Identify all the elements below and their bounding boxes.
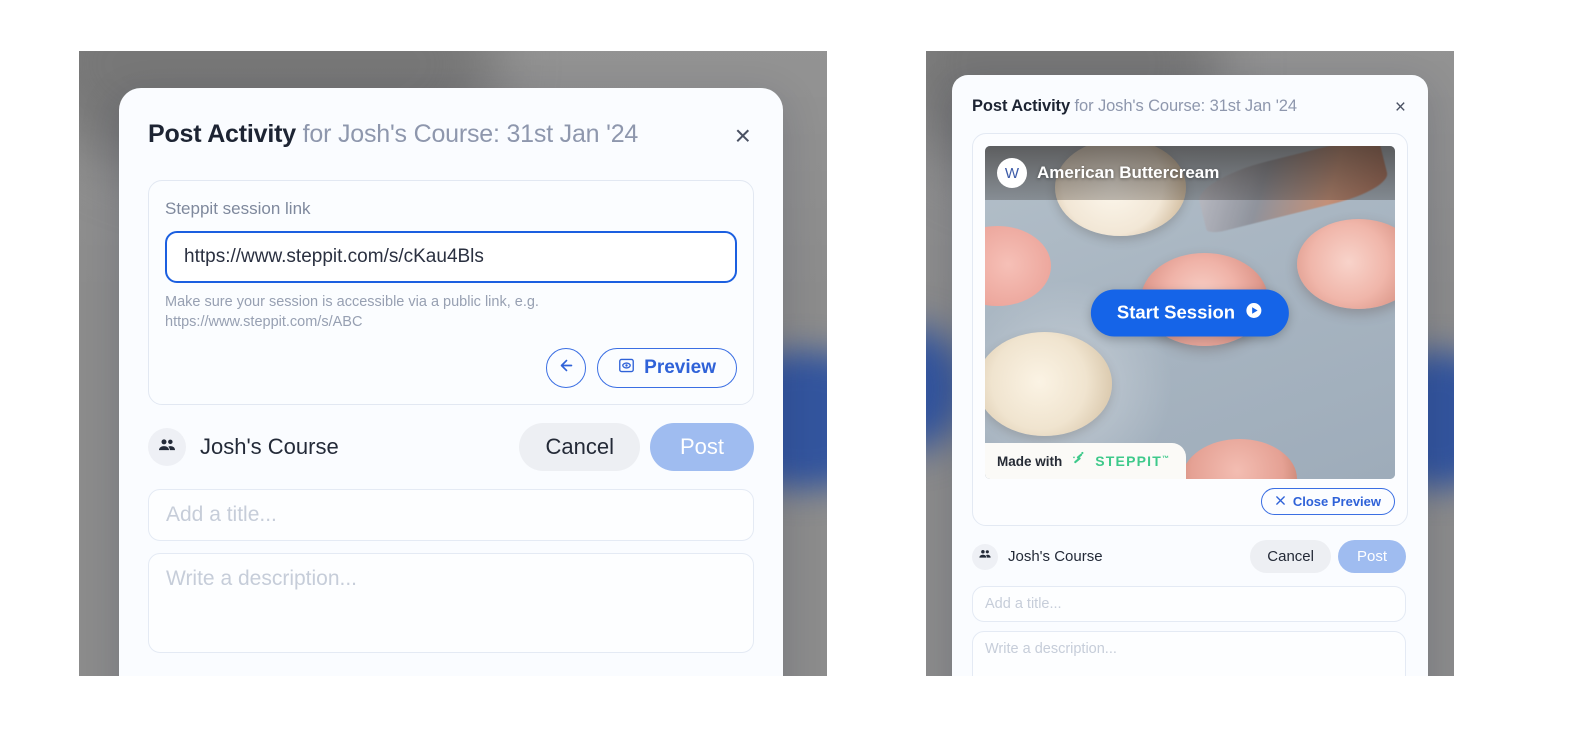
close-x-icon	[1275, 494, 1286, 509]
cancel-button[interactable]: Cancel	[519, 423, 640, 472]
session-media: W American Buttercream Start Session Mad…	[985, 146, 1395, 479]
preview-button[interactable]: Preview	[597, 348, 737, 389]
course-row: Josh's Course Cancel Post	[952, 526, 1428, 573]
cupcake-shape	[1296, 219, 1395, 310]
title-input[interactable]	[972, 586, 1406, 622]
people-group-icon	[157, 435, 177, 460]
page-title-strong: Post Activity	[148, 120, 296, 148]
post-activity-modal-preview: Post Activity for Josh's Course: 31st Ja…	[952, 75, 1428, 676]
description-input[interactable]	[972, 631, 1406, 676]
post-button[interactable]: Post	[649, 423, 754, 472]
close-preview-button[interactable]: Close Preview	[1260, 488, 1395, 515]
page-title-rest: for Josh's Course: 31st Jan '24	[295, 120, 639, 148]
modal-header: Post Activity for Josh's Course: 31st Ja…	[952, 75, 1428, 117]
play-circle-icon	[1245, 301, 1263, 324]
steppit-wordmark: STEPPIT™	[1095, 453, 1170, 469]
arrow-left-icon	[558, 357, 575, 379]
eye-preview-icon	[618, 357, 635, 380]
steppit-brand-name: STEPPIT	[1095, 453, 1163, 469]
left-panel: Post Activity for Josh's Course: 31st Ja…	[79, 51, 827, 676]
modal-action-buttons: Cancel Post	[1250, 540, 1406, 573]
session-link-section: Steppit session link Make sure your sess…	[148, 180, 754, 406]
title-input[interactable]	[148, 489, 754, 542]
cupcake-shape	[985, 332, 1113, 436]
steppit-logo-icon	[1070, 450, 1087, 472]
close-preview-label: Close Preview	[1292, 494, 1381, 509]
page-title-strong: Post Activity	[972, 97, 1071, 115]
cupcake-shape	[985, 225, 1051, 306]
avatar	[972, 543, 998, 570]
media-topbar: W American Buttercream	[985, 146, 1395, 200]
session-preview-card: W American Buttercream Start Session Mad…	[972, 133, 1408, 526]
cancel-button[interactable]: Cancel	[1250, 540, 1331, 573]
link-action-row: Preview	[165, 348, 737, 389]
course-identity: Josh's Course	[972, 543, 1103, 570]
course-name: Josh's Course	[200, 434, 339, 460]
page-title: Post Activity for Josh's Course: 31st Ja…	[148, 120, 638, 149]
start-session-button[interactable]: Start Session	[1090, 289, 1290, 336]
modal-header: Post Activity for Josh's Course: 31st Ja…	[119, 88, 783, 150]
avatar	[148, 428, 186, 467]
close-icon[interactable]: ×	[735, 122, 751, 150]
cupcake-shape	[1181, 439, 1297, 479]
course-identity: Josh's Course	[148, 428, 339, 467]
page-title-rest: for Josh's Course: 31st Jan '24	[1070, 97, 1298, 115]
trademark-symbol: ™	[1162, 455, 1171, 463]
close-preview-row: Close Preview	[985, 488, 1395, 515]
course-row: Josh's Course Cancel Post	[119, 405, 783, 472]
made-with-steppit-badge: Made with STEPPIT™	[985, 443, 1187, 479]
close-icon[interactable]: ×	[1395, 98, 1406, 117]
start-session-label: Start Session	[1116, 301, 1236, 323]
modal-action-buttons: Cancel Post	[519, 423, 754, 472]
post-activity-modal-expanded: Post Activity for Josh's Course: 31st Ja…	[119, 88, 783, 676]
avatar: W	[997, 158, 1027, 188]
post-button[interactable]: Post	[1337, 540, 1406, 573]
right-panel: Post Activity for Josh's Course: 31st Ja…	[926, 51, 1454, 676]
preview-button-label: Preview	[644, 357, 716, 379]
session-link-help-text: Make sure your session is accessible via…	[165, 294, 539, 330]
back-button[interactable]	[546, 348, 587, 389]
page-title: Post Activity for Josh's Course: 31st Ja…	[972, 97, 1297, 116]
made-with-label: Made with	[997, 453, 1063, 469]
session-link-input[interactable]	[165, 231, 737, 283]
session-title: American Buttercream	[1037, 163, 1220, 182]
session-link-label: Steppit session link	[165, 199, 311, 218]
people-group-icon	[978, 547, 992, 566]
course-name: Josh's Course	[1008, 548, 1103, 565]
description-input[interactable]	[148, 553, 754, 654]
